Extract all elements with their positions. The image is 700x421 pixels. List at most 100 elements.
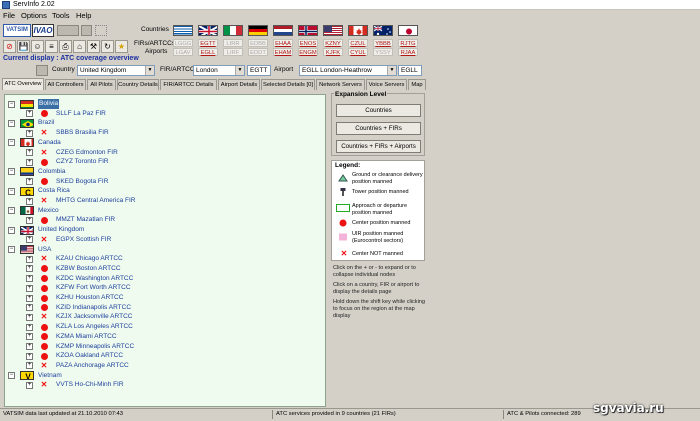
- tree-fir-label[interactable]: CZEG Edmonton FIR: [56, 148, 118, 158]
- tree-icon[interactable]: ≡: [45, 40, 58, 53]
- info-icon[interactable]: ★: [115, 40, 128, 53]
- tree-fir-label[interactable]: KZLA Los Angeles ARTCC: [56, 322, 133, 332]
- tab-network-servers[interactable]: Network Servers: [316, 79, 365, 90]
- tree-fir-label[interactable]: KZID Indianapolis ARTCC: [56, 303, 131, 313]
- tree-fir-row[interactable]: + ✕ MHTG Central America FIR: [5, 196, 325, 206]
- expand-icon[interactable]: +: [26, 275, 33, 283]
- tree-fir-label[interactable]: KZBW Boston ARTCC: [56, 264, 121, 274]
- tree-country-row[interactable]: − Brazil: [5, 118, 325, 128]
- disabled-network-button[interactable]: [57, 25, 79, 36]
- tree-fir-label[interactable]: EGPX Scottish FIR: [56, 235, 111, 245]
- collapse-icon[interactable]: −: [8, 207, 15, 215]
- airport-code-rjaa[interactable]: RJAA: [398, 48, 418, 56]
- norway-flag-button[interactable]: [298, 25, 318, 36]
- tree-fir-row[interactable]: + ✕ CZEG Edmonton FIR: [5, 148, 325, 158]
- tree-fir-row[interactable]: + KZDC Washington ARTCC: [5, 274, 325, 284]
- tree-country-row[interactable]: − Colombia: [5, 167, 325, 177]
- airport-code-egll[interactable]: EGLL: [198, 48, 218, 56]
- expand-icon[interactable]: +: [26, 362, 33, 370]
- atc-tree[interactable]: − Bolivia + SLLF La Paz FIR − Brazil + ✕ SBBS Br…: [4, 94, 326, 407]
- country-select[interactable]: United Kingdom ▼: [77, 65, 155, 76]
- tab-airport-details[interactable]: Airport Details: [218, 79, 260, 90]
- fir-select[interactable]: London ▼: [193, 65, 245, 76]
- tree-fir-row[interactable]: + KZLA Los Angeles ARTCC: [5, 322, 325, 332]
- tab-voice-servers[interactable]: Voice Servers: [366, 79, 407, 90]
- fir-code-kzny[interactable]: KZNY: [323, 39, 343, 47]
- italy-flag-button[interactable]: [223, 25, 243, 36]
- tree-fir-label[interactable]: KZAU Chicago ARTCC: [56, 254, 123, 264]
- tree-fir-label[interactable]: SLLF La Paz FIR: [56, 109, 106, 119]
- collapse-icon[interactable]: −: [8, 187, 15, 195]
- tree-country-label[interactable]: Costa Rica: [38, 186, 70, 196]
- menu-options[interactable]: Options: [21, 10, 47, 21]
- expand-countries-firs-button[interactable]: Countries + FIRs: [336, 122, 421, 135]
- tree-fir-row[interactable]: + ✕ KZAU Chicago ARTCC: [5, 254, 325, 264]
- japan-flag-button[interactable]: [398, 25, 418, 36]
- home-icon[interactable]: ⌂: [73, 40, 86, 53]
- tab-map[interactable]: Map: [408, 79, 426, 90]
- expand-icon[interactable]: +: [26, 343, 33, 350]
- tree-fir-row[interactable]: + KZMP Minneapolis ARTCC: [5, 342, 325, 352]
- expand-icon[interactable]: +: [26, 149, 33, 156]
- tree-country-label[interactable]: Bolivia: [38, 99, 60, 109]
- tree-country-label[interactable]: United Kingdom: [38, 225, 84, 235]
- airport-code-eham[interactable]: EHAM: [273, 48, 293, 56]
- uk-flag-button[interactable]: [198, 25, 218, 36]
- expand-icon[interactable]: +: [26, 284, 33, 292]
- tree-fir-row[interactable]: + MMZT Mazatlan FIR: [5, 215, 325, 225]
- tree-country-label[interactable]: USA: [38, 245, 51, 255]
- menu-file[interactable]: File: [3, 10, 15, 21]
- tree-country-label[interactable]: Canada: [38, 138, 61, 148]
- canada-flag-button[interactable]: [348, 25, 368, 36]
- tree-fir-label[interactable]: VVTS Ho-Chi-Minh FIR: [56, 380, 124, 390]
- tree-country-row[interactable]: − C Costa Rica: [5, 186, 325, 196]
- airport-code-lirf[interactable]: LIRF: [223, 48, 243, 56]
- airport-code-kjfk[interactable]: KJFK: [323, 48, 343, 56]
- expand-icon[interactable]: +: [26, 110, 33, 118]
- australia-flag-button[interactable]: [373, 25, 393, 36]
- expand-countries-firs-airports-button[interactable]: Countries + FIRs + Airports: [336, 140, 421, 153]
- tree-fir-row[interactable]: + KZID Indianapolis ARTCC: [5, 303, 325, 313]
- tree-fir-row[interactable]: + SKED Bogota FIR: [5, 177, 325, 187]
- tree-fir-row[interactable]: + KZOA Oakland ARTCC: [5, 351, 325, 361]
- vatsim-network-button[interactable]: VATSIM: [3, 24, 31, 37]
- fir-code-ehaa[interactable]: EHAA: [273, 39, 293, 47]
- tree-fir-row[interactable]: + ✕ EGPX Scottish FIR: [5, 235, 325, 245]
- tree-country-row[interactable]: − Mexico: [5, 206, 325, 216]
- airport-code-field[interactable]: EGLL: [398, 65, 422, 76]
- tree-fir-row[interactable]: + KZFW Fort Worth ARTCC: [5, 283, 325, 293]
- save-icon[interactable]: 💾: [17, 40, 30, 53]
- airport-select[interactable]: EGLL London-Heathrow ▼: [299, 65, 397, 76]
- expand-icon[interactable]: +: [26, 333, 33, 341]
- airport-code-engm[interactable]: ENGM: [298, 48, 318, 56]
- fir-code-field[interactable]: EGTT: [247, 65, 271, 76]
- tree-fir-row[interactable]: + KZMA Miami ARTCC: [5, 332, 325, 342]
- tree-country-label[interactable]: Vietnam: [38, 371, 62, 381]
- tree-country-label[interactable]: Brazil: [38, 118, 54, 128]
- tree-country-row[interactable]: − Canada: [5, 138, 325, 148]
- greece-flag-button[interactable]: [173, 25, 193, 36]
- tree-fir-label[interactable]: PAZA Anchorage ARTCC: [56, 361, 129, 371]
- menu-tools[interactable]: Tools: [52, 10, 70, 21]
- expand-icon[interactable]: +: [26, 158, 33, 166]
- tree-fir-label[interactable]: KZDC Washington ARTCC: [56, 274, 133, 284]
- tree-fir-row[interactable]: + ✕ VVTS Ho-Chi-Minh FIR: [5, 380, 325, 390]
- collapse-icon[interactable]: −: [8, 100, 15, 108]
- fir-code-lggg[interactable]: LGGG: [173, 39, 193, 47]
- usa-flag-button[interactable]: [323, 25, 343, 36]
- tree-fir-label[interactable]: MMZT Mazatlan FIR: [56, 215, 115, 225]
- fir-code-ybbb[interactable]: YBBB: [373, 39, 393, 47]
- tab-all-pilots[interactable]: All Pilots: [87, 79, 116, 90]
- tab-selected-details[interactable]: Selected Details [0]: [261, 79, 315, 90]
- airport-code-yssy[interactable]: YSSY: [373, 48, 393, 56]
- tool-icon[interactable]: ⚒: [87, 40, 100, 53]
- refresh-icon[interactable]: ↻: [101, 40, 114, 53]
- tree-fir-label[interactable]: KZHU Houston ARTCC: [56, 293, 123, 303]
- tree-fir-row[interactable]: + KZHU Houston ARTCC: [5, 293, 325, 303]
- tab-country-details[interactable]: Country Details: [117, 79, 159, 90]
- expand-icon[interactable]: +: [26, 129, 33, 137]
- menu-help[interactable]: Help: [76, 10, 91, 21]
- tab-atc-overview[interactable]: ATC Overview: [2, 78, 44, 90]
- tree-country-row[interactable]: − Bolivia: [5, 99, 325, 109]
- expand-icon[interactable]: +: [26, 381, 33, 389]
